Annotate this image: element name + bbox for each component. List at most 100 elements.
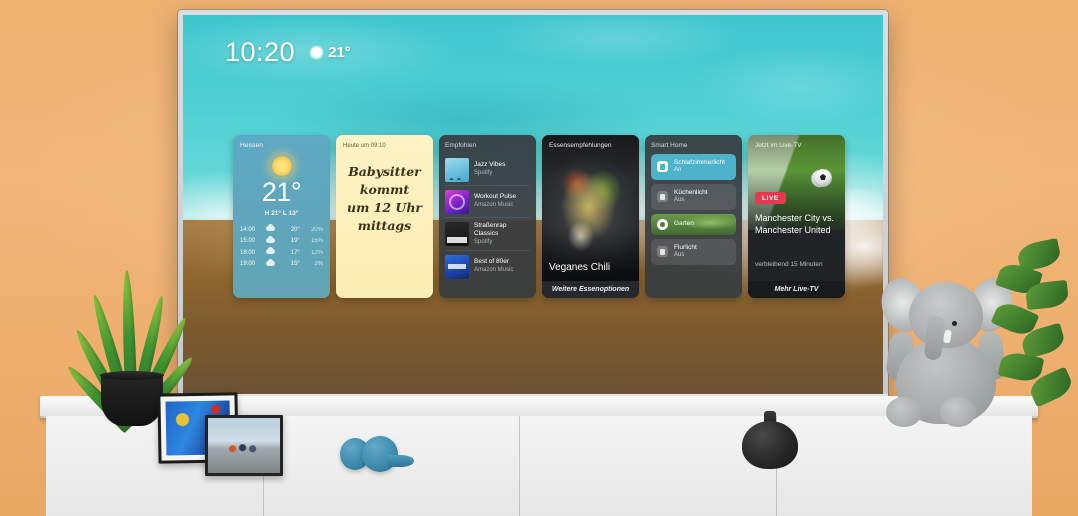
track-name: Workout Pulse [474, 193, 517, 201]
note-timestamp: Heute um 09:10 [343, 143, 386, 149]
food-widget[interactable]: Essensempfehlungen Veganes Chili Weitere… [542, 135, 639, 298]
hour-precip: 2% [314, 261, 323, 267]
plush-foot-right [940, 397, 976, 427]
plush-eye-right [952, 321, 957, 326]
cloud-icon [261, 235, 280, 245]
weather-widget[interactable]: Hessen 21° H 21° L 13° 14:00 20° 20% 15:… [233, 135, 330, 298]
live-tv-widget-title: Jetzt im Live-TV [755, 142, 802, 149]
cloud-icon [261, 258, 280, 268]
device-name: Küchenlicht [674, 188, 708, 196]
weather-city: Hessen [240, 142, 264, 149]
photo-overlay [542, 135, 639, 298]
bench-photo [208, 418, 280, 473]
bulb-icon [657, 191, 668, 203]
list-item[interactable]: Best of 80er Amazon Music [445, 251, 530, 282]
dish-name: Veganes Chili [549, 262, 611, 273]
clock: 10:20 [225, 37, 296, 67]
device-state: An [674, 167, 682, 174]
weather-hourly-list: 14:00 20° 20% 15:00 19° 15% 18:00 17° 12… [240, 224, 323, 268]
weather-hour-row: 19:00 15° 2% [240, 258, 323, 268]
track-name: Best of 80er [474, 258, 510, 266]
device-state: Aus [674, 197, 685, 204]
hour-time: 19:00 [240, 261, 256, 267]
side-plant [990, 236, 1078, 408]
plush-foot-left [886, 397, 922, 427]
camera-icon [657, 218, 668, 230]
status-bar: 10:20 21° [225, 37, 351, 68]
smart-home-device-schlafzimmerlicht[interactable]: Schlafzimmerlicht An [651, 154, 736, 180]
hour-time: 14:00 [240, 226, 256, 233]
hour-temp: 15° [290, 261, 300, 267]
bulb-icon [657, 246, 668, 258]
room-scene: 10:20 21° Hessen 21° H 21° L 13° 14:00 2… [0, 0, 1078, 516]
track-name: Jazz Vibes [474, 161, 506, 169]
weather-temperature: 21° [261, 177, 302, 207]
cloud-icon [261, 247, 280, 256]
picture-frame-small [205, 415, 283, 476]
black-vase [742, 411, 798, 469]
note-widget[interactable]: Heute um 09:10 Babysitter kommt um 12 Uh… [336, 135, 433, 298]
music-widget-title: Empfohlen [445, 142, 477, 149]
note-line-3: um 12 Uhr [347, 200, 422, 216]
track-source: Spotify [474, 238, 493, 245]
device-name: Garten [674, 220, 694, 228]
more-live-tv-button[interactable]: Mehr Live-TV [748, 281, 845, 298]
note-line-1: Babysitter [348, 164, 421, 179]
match-title: Manchester City vs. Manchester United [755, 213, 835, 235]
headphone-band [388, 455, 414, 467]
hour-precip: 15% [310, 238, 323, 244]
track-source: Amazon Music [474, 202, 514, 209]
track-source: Amazon Music [474, 267, 514, 274]
music-widget[interactable]: Empfohlen Jazz Vibes Spotify Workout Pul… [439, 135, 536, 298]
tv-screen[interactable]: 10:20 21° Hessen 21° H 21° L 13° 14:00 2… [183, 15, 883, 394]
tv-bezel: 10:20 21° Hessen 21° H 21° L 13° 14:00 2… [178, 10, 888, 417]
device-name: Flurlicht [674, 243, 697, 251]
cloud-icon [261, 224, 280, 233]
sun-icon [270, 155, 293, 177]
note-line-4: mittags [357, 218, 412, 234]
album-art-icon [445, 157, 469, 182]
hour-temp: 17° [290, 249, 300, 256]
vase-body [742, 421, 798, 469]
smart-home-device-kuechenlicht[interactable]: Küchenlicht Aus [651, 183, 736, 210]
smart-home-device-garten[interactable]: Garten [651, 214, 736, 235]
console-seam [519, 416, 521, 516]
hour-precip: 12% [310, 249, 323, 256]
widget-row: Hessen 21° H 21° L 13° 14:00 20° 20% 15:… [233, 135, 845, 298]
sun-icon [311, 47, 323, 58]
album-art-icon [445, 189, 469, 214]
plant-pot [100, 371, 164, 426]
hour-precip: 20% [310, 226, 323, 233]
smart-home-widget[interactable]: Smart Home Schlafzimmerlicht An Küchenli… [645, 135, 742, 298]
status-badge: LIVE [755, 192, 786, 204]
device-name: Schlafzimmerlicht [674, 159, 725, 166]
television: 10:20 21° Hessen 21° H 21° L 13° 14:00 2… [178, 10, 888, 417]
pot-rim [100, 371, 164, 380]
match-remaining: verbleibend 15 Minuten [755, 261, 823, 268]
weather-hour-row: 15:00 19° 15% [240, 235, 323, 245]
smart-home-device-flurlicht[interactable]: Flurlicht Aus [651, 238, 736, 265]
smart-home-widget-title: Smart Home [651, 142, 688, 149]
track-name: Straßenrap Classics [474, 221, 507, 237]
hour-time: 18:00 [240, 249, 256, 256]
weather-hour-row: 14:00 20° 20% [240, 224, 323, 233]
note-line-2: kommt [359, 182, 410, 198]
status-weather: 21° [311, 44, 351, 61]
device-state: Aus [674, 251, 685, 258]
track-source: Spotify [474, 170, 493, 177]
hour-time: 15:00 [240, 238, 256, 244]
light-panel-icon [657, 161, 668, 173]
weather-high-low: H 21° L 13° [264, 210, 299, 217]
album-art-icon [445, 254, 469, 279]
list-item[interactable]: Workout Pulse Amazon Music [445, 186, 530, 218]
list-item[interactable]: Straßenrap Classics Spotify [445, 218, 530, 252]
note-text: Babysitter kommt um 12 Uhr mittags [343, 163, 426, 236]
album-art-icon [445, 222, 469, 247]
hour-temp: 19° [290, 238, 300, 244]
hour-temp: 20° [290, 226, 300, 233]
more-food-options-button[interactable]: Weitere Essenoptionen [542, 281, 639, 298]
live-tv-widget[interactable]: Jetzt im Live-TV LIVE Manchester City vs… [748, 135, 845, 298]
headphones [340, 428, 416, 472]
weather-hour-row: 18:00 17° 12% [240, 247, 323, 256]
list-item[interactable]: Jazz Vibes Spotify [445, 154, 530, 186]
